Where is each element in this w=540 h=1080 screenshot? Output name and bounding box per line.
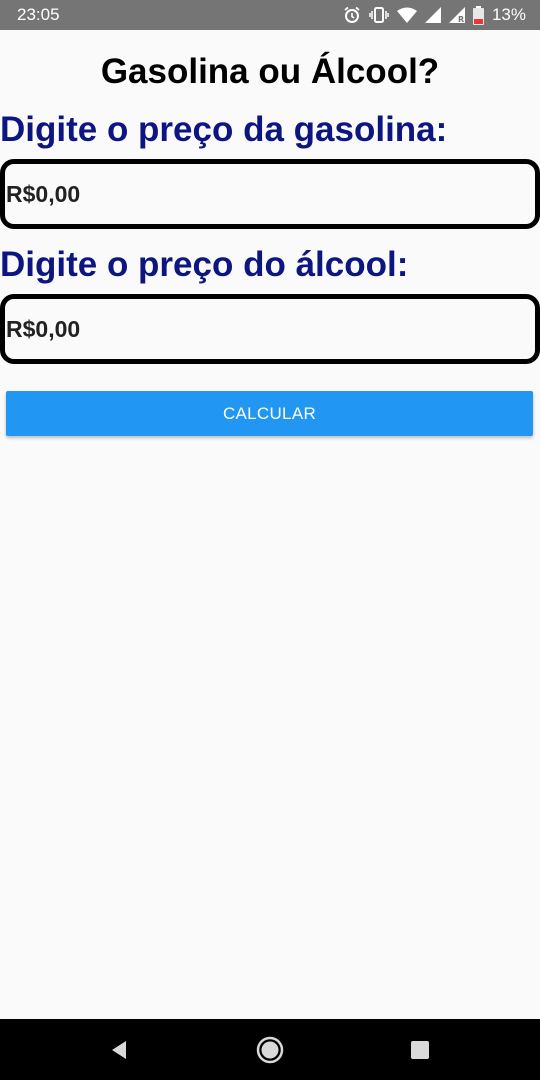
- battery-low-icon: [472, 5, 484, 25]
- alcohol-price-label: Digite o preço do álcool:: [0, 245, 409, 284]
- svg-text:R: R: [458, 15, 464, 23]
- gasoline-price-input[interactable]: [6, 180, 535, 208]
- gasoline-price-label: Digite o preço da gasolina:: [0, 110, 448, 149]
- alarm-icon: [343, 6, 361, 24]
- home-icon[interactable]: [254, 1034, 286, 1066]
- app-screen: Gasolina ou Álcool? Digite o preço da ga…: [0, 30, 540, 1019]
- signal-r-icon: R: [448, 7, 465, 23]
- navigation-bar: [0, 1019, 540, 1080]
- gasoline-price-field[interactable]: [0, 159, 540, 229]
- page-title: Gasolina ou Álcool?: [100, 52, 440, 91]
- recents-icon[interactable]: [404, 1034, 436, 1066]
- back-icon[interactable]: [103, 1034, 135, 1066]
- status-bar: 23:05 R 13%: [0, 0, 540, 30]
- battery-percent: 13%: [491, 5, 526, 24]
- signal-icon: [424, 7, 441, 23]
- status-time: 23:05: [17, 5, 60, 24]
- alcohol-price-field[interactable]: [0, 294, 540, 364]
- calculate-button[interactable]: CALCULAR: [6, 391, 533, 436]
- vibrate-icon: [369, 6, 389, 24]
- wifi-icon: [396, 7, 417, 23]
- alcohol-price-input[interactable]: [6, 315, 535, 343]
- status-icons: R 13%: [343, 5, 526, 25]
